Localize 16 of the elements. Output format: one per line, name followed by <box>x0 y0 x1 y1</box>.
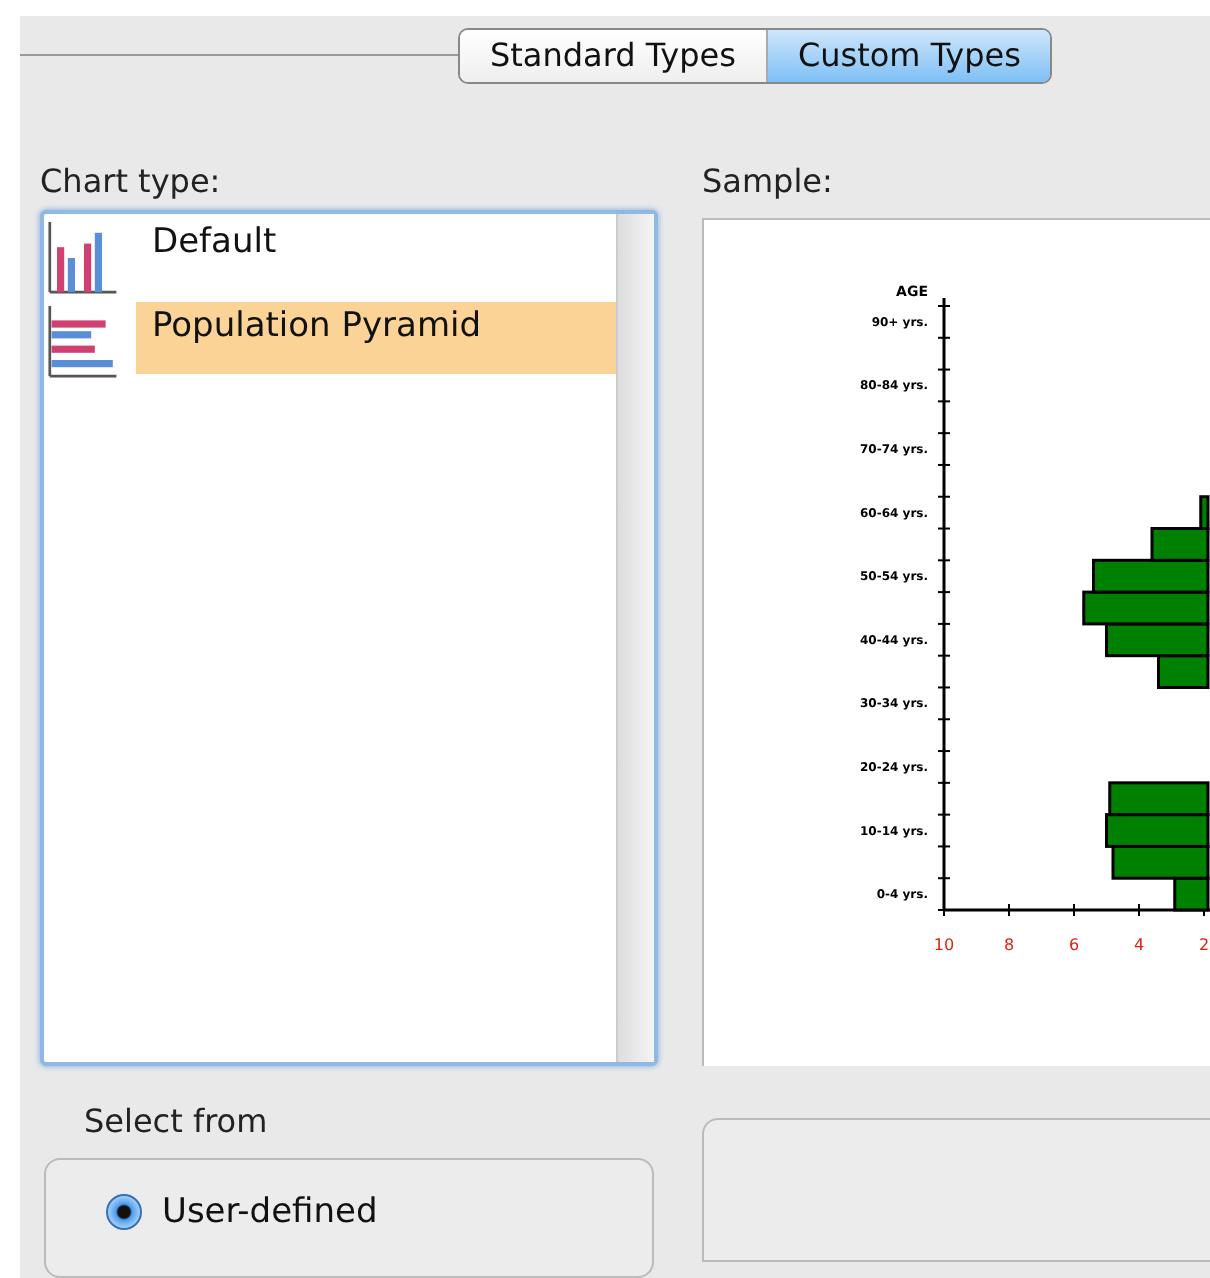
tick-label: 4 <box>1133 936 1145 954</box>
tick-label: 8 <box>1003 936 1015 954</box>
select-from-label: Select from <box>82 1102 270 1144</box>
sample-label: Sample: <box>702 162 835 204</box>
column-chart-icon <box>48 222 120 294</box>
tab[interactable]: Standard Types <box>460 29 766 81</box>
tick-label: 2 <box>1198 936 1210 954</box>
horizontal-bar-chart-icon <box>48 306 120 378</box>
chart-type-item[interactable]: Population Pyramid <box>136 302 616 374</box>
tick-label: 6 <box>1068 936 1080 954</box>
chart-type-item[interactable]: Default <box>136 218 616 290</box>
chart-type-label: Chart type: <box>40 162 223 204</box>
tab[interactable]: Custom Types <box>765 29 1051 81</box>
radio-button[interactable] <box>106 1194 142 1230</box>
option-label[interactable]: User-defined <box>162 1192 378 1232</box>
tick-label: 10 <box>933 936 955 954</box>
